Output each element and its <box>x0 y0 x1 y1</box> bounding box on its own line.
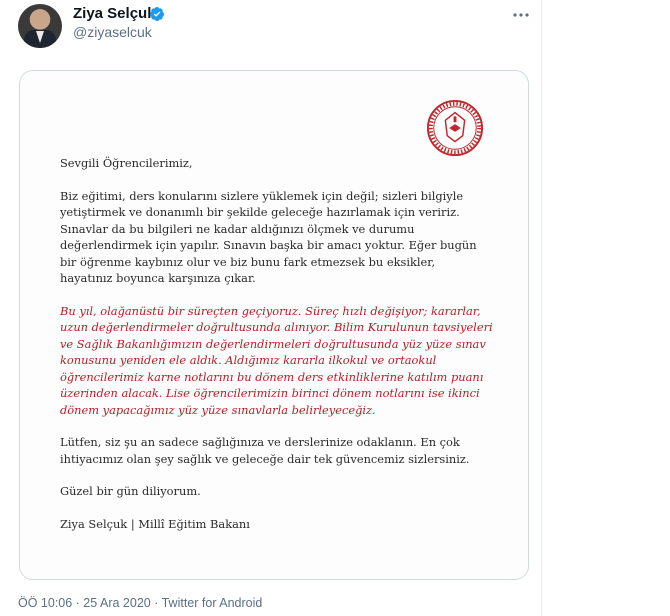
letter-closing: Güzel bir gün diliyorum. <box>60 484 201 498</box>
letter-line: ihtiyacımız olan şey sağlık ve geleceğe … <box>60 451 470 466</box>
letter-line: Sınavlar da bu bilgileri ne kadar aldığı… <box>60 221 415 236</box>
column-divider <box>541 0 542 616</box>
letter-line: hayatınız boyunca karşınıza çıkar. <box>60 271 256 285</box>
letter-line: Bu yıl, olağanüstü bir süreçten geçiyoru… <box>60 303 481 318</box>
letter-line: ve Sağlık Bakanlığımızın değerlendirmele… <box>60 336 486 351</box>
letter-signature: Ziya Selçuk | Millî Eğitim Bakanı <box>60 516 250 531</box>
letter-paragraph-1: Biz eğitimi, ders konularını sizlere yük… <box>60 188 500 287</box>
letter-line: Lütfen, siz şu an sadece sağlığınıza ve … <box>60 435 460 449</box>
letter-line: dönem yapacağımız yüz yüze sınavlarla be… <box>60 402 376 417</box>
ministry-seal-icon <box>426 99 484 157</box>
letter-line: Biz eğitimi, ders konularını sizlere yük… <box>60 188 464 203</box>
letter-line: değerlendirmek için yapılır. Sınavın baş… <box>60 238 477 252</box>
letter-paragraph-3: Lütfen, siz şu an sadece sağlığınıza ve … <box>60 434 500 467</box>
verified-badge-icon <box>149 7 164 21</box>
letter-paragraph-2: Bu yıl, olağanüstü bir süreçten geçiyoru… <box>60 303 500 419</box>
display-name[interactable]: Ziya Selçuk <box>73 5 156 22</box>
letter-line: konusunu yeniden ele aldık. Aldığımız ka… <box>60 353 437 367</box>
letter-body: Sevgili Öğrencilerimiz, Biz eğitimi, der… <box>60 155 500 548</box>
letter-image: Sevgili Öğrencilerimiz, Biz eğitimi, der… <box>20 71 528 579</box>
avatar[interactable] <box>18 4 62 48</box>
letter-line: üzerinden alacak. Lise öğrencilerimizin … <box>60 386 480 400</box>
tweet-timestamp[interactable]: ÖÖ 10:06 · 25 Ara 2020 · Twitter for And… <box>18 596 262 610</box>
letter-line: uzun değerlendirmeler doğrultusunda alın… <box>60 320 493 334</box>
letter-greeting: Sevgili Öğrencilerimiz, <box>60 156 193 170</box>
more-options-icon[interactable] <box>512 6 530 24</box>
letter-line: öğrencilerimiz karne notlarını bu dönem … <box>60 369 484 384</box>
letter-line: bir öğrenme kaybınız olur ve biz bunu fa… <box>60 254 436 269</box>
user-handle[interactable]: @ziyaselcuk <box>73 24 152 40</box>
tweet-media-card[interactable]: Sevgili Öğrencilerimiz, Biz eğitimi, der… <box>19 70 529 580</box>
letter-line: yetiştirmek ve donanımlı bir şekilde gel… <box>60 205 460 219</box>
